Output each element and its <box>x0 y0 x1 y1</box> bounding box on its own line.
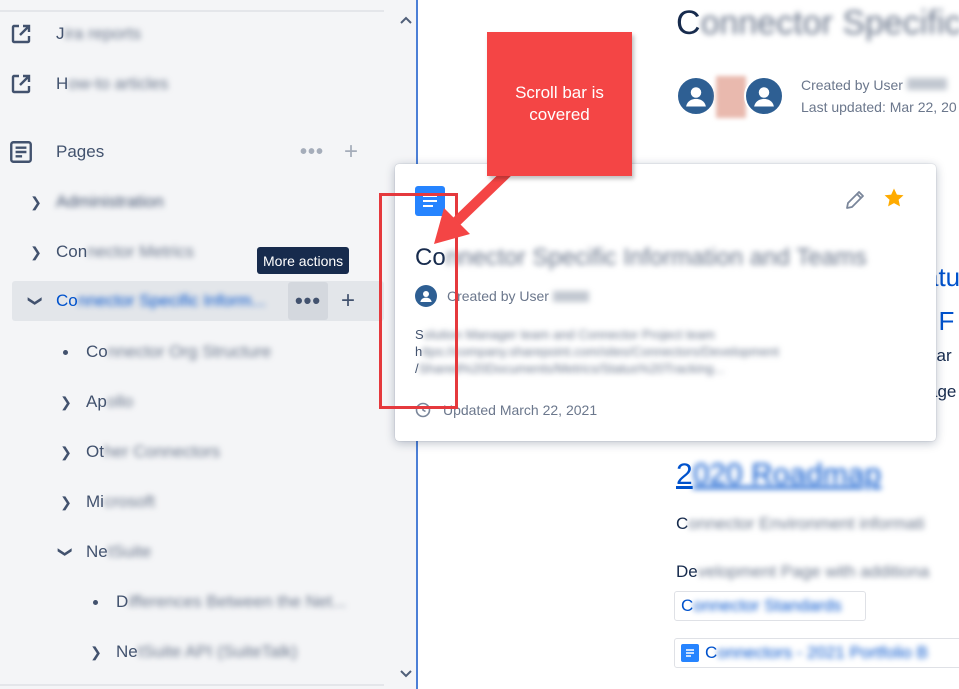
sidebar-pages-header[interactable]: Pages ••• + <box>0 132 384 172</box>
pages-more-actions-button[interactable]: ••• <box>292 133 332 171</box>
star-icon[interactable] <box>882 186 908 212</box>
create-child-page-button[interactable]: + <box>335 287 361 314</box>
pages-create-button[interactable]: + <box>338 138 364 165</box>
edit-icon[interactable] <box>843 188 867 212</box>
scroll-up-arrow-icon[interactable] <box>396 10 416 30</box>
sidebar-item-label: How-to articles <box>56 74 169 93</box>
tree-item-connector-specific-information[interactable]: ❯ Connector Specific Inform... ••• + <box>12 281 384 321</box>
connector-standards-link[interactable]: Connector Standards <box>674 591 866 621</box>
chevron-right-icon[interactable]: ❯ <box>59 394 73 410</box>
chevron-right-icon[interactable]: ❯ <box>59 494 73 510</box>
tree-item-other-connectors[interactable]: ❯ Other Connectors <box>0 432 384 472</box>
pages-icon <box>8 139 34 165</box>
avatar-photo[interactable] <box>716 76 746 118</box>
user-icon <box>686 87 706 107</box>
pages-label: Pages <box>56 142 105 161</box>
sidebar-divider <box>0 684 384 686</box>
scroll-down-arrow-icon[interactable] <box>396 664 416 684</box>
contributors-avatars[interactable] <box>676 76 796 118</box>
document-icon <box>681 644 699 662</box>
tree-item-microsoft[interactable]: ❯ Microsoft <box>0 482 384 522</box>
tree-item-label: Other Connectors <box>86 442 221 461</box>
roadmap-link[interactable]: 2020 Roadmap <box>676 458 881 492</box>
tree-item-label: Connector Specific Inform... <box>56 291 266 310</box>
avatar[interactable] <box>676 76 716 116</box>
tree-item-label: NetSuite <box>86 542 152 561</box>
bullet-icon <box>63 349 68 355</box>
tree-item-netsuite-api[interactable]: ❯ NetSuite API (SuiteTalk) <box>0 632 384 672</box>
more-actions-tooltip: More actions <box>257 247 350 274</box>
tree-item-differences[interactable]: Differences Between the Net... <box>0 582 384 622</box>
chevron-down-icon[interactable]: ❯ <box>29 294 45 308</box>
portfolio-link[interactable]: Connectors - 2021 Portfolio B <box>674 638 959 668</box>
tree-item-label: Differences Between the Net... <box>116 592 347 611</box>
tree-item-netsuite[interactable]: ❯ NetSuite <box>0 532 384 572</box>
tree-item-connector-org-structure[interactable]: Connector Org Structure <box>0 332 384 372</box>
sidebar-item-how-to-articles[interactable]: How-to articles <box>0 64 384 104</box>
more-actions-button[interactable]: ••• <box>288 282 328 320</box>
chevron-right-icon[interactable]: ❯ <box>29 244 43 260</box>
tree-item-apollo[interactable]: ❯ Apollo <box>0 382 384 422</box>
external-link-icon <box>8 71 34 97</box>
tree-item-label: Connector Metrics <box>56 242 194 261</box>
chevron-right-icon[interactable]: ❯ <box>29 194 43 210</box>
external-link-icon <box>8 21 34 47</box>
tree-item-label: Connector Org Structure <box>86 342 272 361</box>
user-icon <box>754 87 774 107</box>
sidebar-divider <box>0 10 384 12</box>
chevron-right-icon[interactable]: ❯ <box>89 644 103 660</box>
page-title: Connector Specific <box>676 4 959 42</box>
sidebar-item-label: Jira reports <box>56 24 142 43</box>
sidebar-item-jira-reports[interactable]: Jira reports <box>0 14 384 54</box>
paragraph-line: Development Page with additiona <box>676 562 930 581</box>
annotation-callout: Scroll bar is covered <box>487 32 632 176</box>
chevron-down-icon[interactable]: ❯ <box>59 545 75 559</box>
avatar[interactable] <box>744 76 784 116</box>
tree-item-label: Apollo <box>86 392 134 411</box>
tree-item-administration[interactable]: ❯ Administration <box>0 182 384 222</box>
tree-item-label: Administration <box>56 192 164 211</box>
chevron-right-icon[interactable]: ❯ <box>59 444 73 460</box>
hover-card-excerpt: Solution Manager team and Connector Proj… <box>415 327 779 376</box>
paragraph-line: Connector Environment informati <box>676 514 925 533</box>
last-updated-label: Last updated: Mar 22, 20 <box>801 99 957 115</box>
page-byline: Created by User Last updated: Mar 22, 20 <box>801 74 957 118</box>
tree-item-label: NetSuite API (SuiteTalk) <box>116 642 298 661</box>
bullet-icon <box>93 599 98 605</box>
created-by-label: Created by User <box>801 77 903 93</box>
tree-item-label: Microsoft <box>86 492 155 511</box>
sidebar: Jira reports How-to articles Pages ••• +… <box>0 0 396 689</box>
